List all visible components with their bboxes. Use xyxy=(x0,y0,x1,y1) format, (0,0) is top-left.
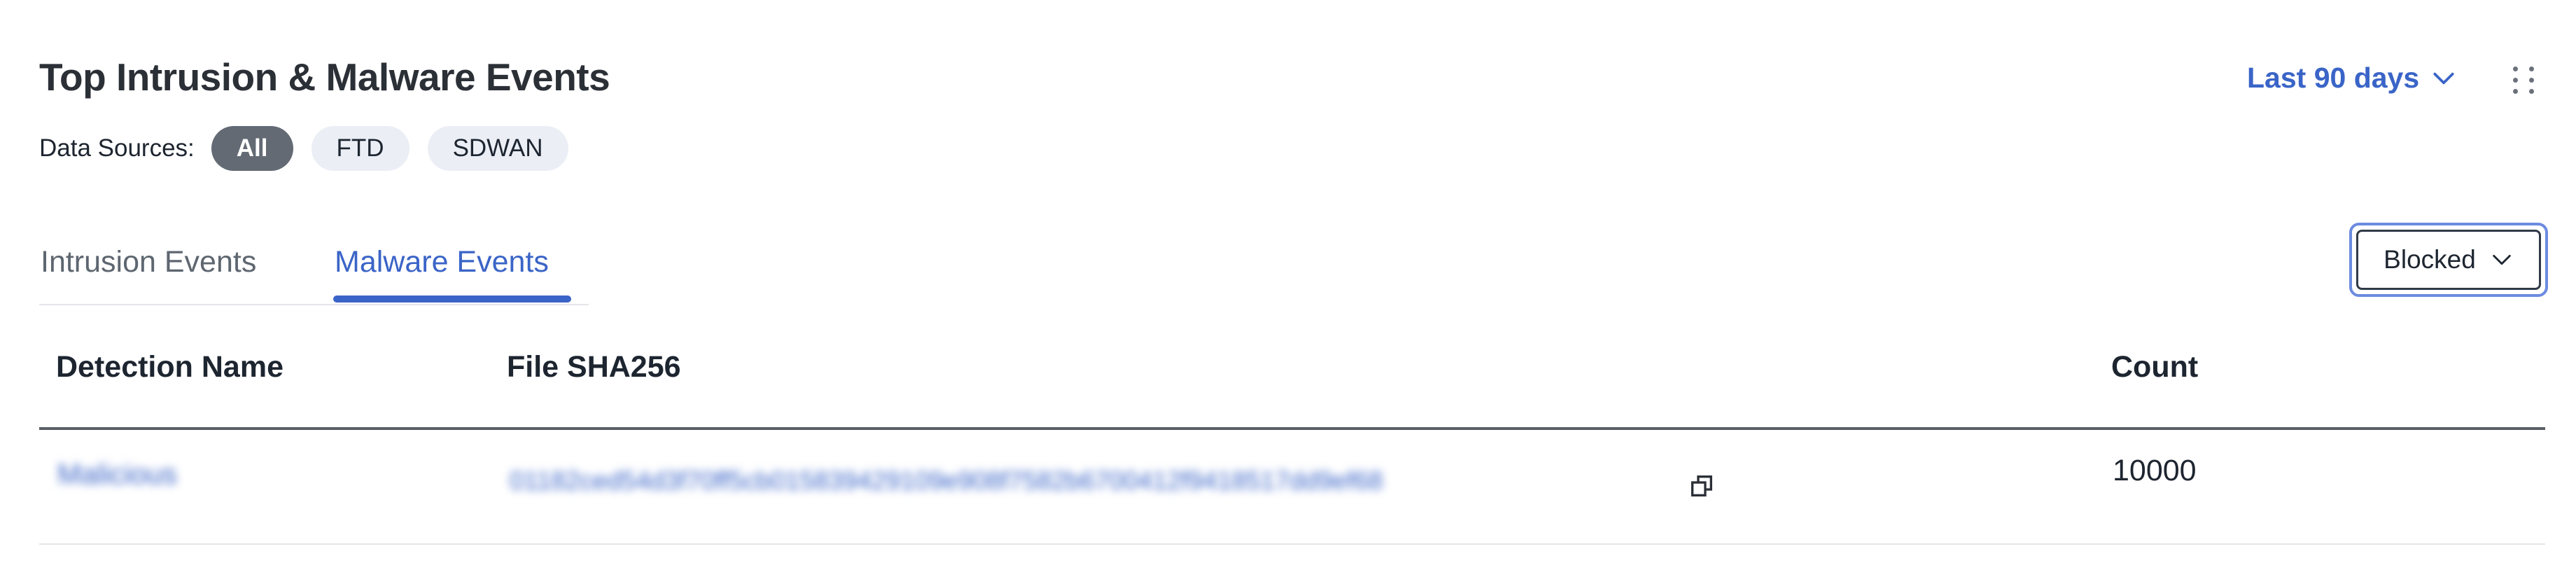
column-header-detection-name: Detection Name xyxy=(56,350,284,384)
column-header-count: Count xyxy=(2111,350,2199,384)
file-sha256-link[interactable]: 01182ced54d3f70ff5cb015839429109e908f758… xyxy=(510,466,1383,496)
column-header-file-sha256: File SHA256 xyxy=(507,350,681,384)
source-chip-sdwan[interactable]: SDWAN xyxy=(427,126,568,171)
copy-icon[interactable] xyxy=(1688,472,1716,500)
count-value: 10000 xyxy=(2113,454,2197,487)
action-filter-select[interactable]: Blocked xyxy=(2349,223,2548,297)
action-filter-box: Blocked xyxy=(2356,230,2541,290)
chevron-down-icon xyxy=(2433,72,2454,84)
data-sources-label: Data Sources: xyxy=(39,134,195,162)
source-chip-ftd[interactable]: FTD xyxy=(311,126,410,171)
time-range-label: Last 90 days xyxy=(2247,62,2420,94)
active-tab-indicator xyxy=(333,296,571,303)
tab-intrusion-events[interactable]: Intrusion Events xyxy=(41,245,256,279)
source-chip-all[interactable]: All xyxy=(211,126,293,171)
tab-malware-events[interactable]: Malware Events xyxy=(335,245,549,279)
widget-card: Top Intrusion & Malware Events Data Sour… xyxy=(0,0,2576,584)
action-filter-value: Blocked xyxy=(2384,245,2476,274)
time-range-dropdown[interactable]: Last 90 days xyxy=(2247,62,2457,95)
table-row: Malicious 01182ced54d3f70ff5cb0158394291… xyxy=(39,430,2545,545)
chevron-down-icon xyxy=(2493,254,2511,265)
table-header: Detection Name File SHA256 Count xyxy=(39,329,2545,430)
event-tabs: Intrusion Events Malware Events xyxy=(39,231,589,305)
kebab-menu-icon[interactable] xyxy=(2513,67,2539,94)
widget-title: Top Intrusion & Malware Events xyxy=(39,55,610,99)
detection-name-link[interactable]: Malicious xyxy=(57,458,177,491)
data-sources-filter: Data Sources: All FTD SDWAN xyxy=(39,126,587,171)
